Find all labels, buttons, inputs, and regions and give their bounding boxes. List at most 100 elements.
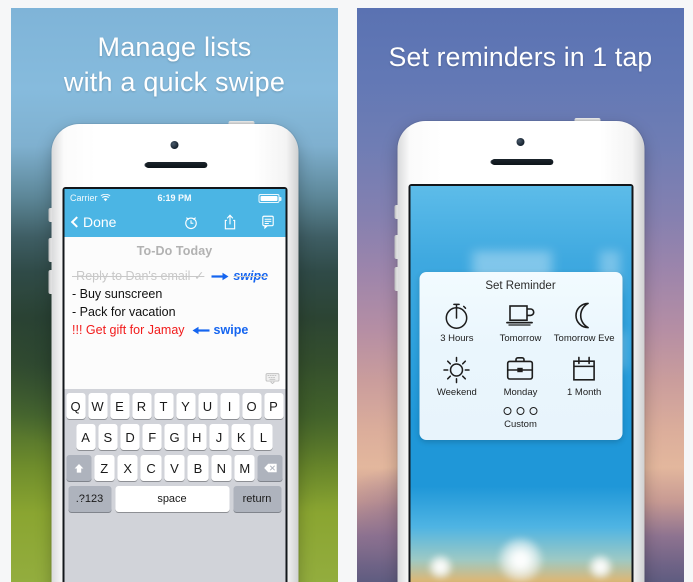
key-i[interactable]: I bbox=[220, 393, 239, 419]
silent-switch[interactable] bbox=[48, 208, 51, 222]
todo-item-text: - Pack for vacation bbox=[72, 305, 176, 319]
sheet-title: Set Reminder bbox=[485, 280, 556, 292]
key-c[interactable]: C bbox=[140, 455, 162, 481]
key-j[interactable]: J bbox=[209, 424, 229, 450]
headline-left-line1: Manage lists bbox=[97, 32, 252, 62]
headline-right-line1: Set reminders in 1 tap bbox=[388, 42, 653, 72]
note-body[interactable]: To-Do Today -Reply to Dan's email ✓ swip… bbox=[64, 237, 285, 389]
panel-set-reminders: Set reminders in 1 tap Set Reminder 3 Ho… bbox=[357, 8, 684, 582]
key-r[interactable]: R bbox=[132, 393, 151, 419]
todo-item[interactable]: - Buy sunscreen bbox=[72, 285, 277, 303]
backspace-icon bbox=[264, 463, 277, 473]
space-key[interactable]: space bbox=[115, 486, 229, 512]
silent-switch[interactable] bbox=[394, 205, 397, 219]
screen-bezel-left: Carrier 6:19 PM Done To-Do Today -Reply … bbox=[62, 187, 287, 582]
key-k[interactable]: K bbox=[231, 424, 251, 450]
crescent-moon-icon bbox=[571, 299, 598, 330]
key-t[interactable]: T bbox=[154, 393, 173, 419]
earpiece-speaker bbox=[145, 162, 208, 168]
coffee-mug-icon bbox=[504, 299, 536, 330]
keyboard-row-2: A S D F G H J K L bbox=[66, 424, 283, 450]
arrow-right-icon bbox=[211, 272, 229, 280]
reminder-option-3-hours[interactable]: 3 Hours bbox=[425, 299, 489, 344]
volume-down-button[interactable] bbox=[394, 267, 397, 291]
done-button-label: Done bbox=[83, 214, 117, 230]
reminder-option-tomorrow-eve[interactable]: Tomorrow Eve bbox=[552, 299, 616, 344]
headline-left: Manage lists with a quick swipe bbox=[11, 30, 338, 99]
todo-item[interactable]: - Pack for vacation bbox=[72, 303, 277, 321]
battery-icon bbox=[258, 193, 281, 203]
status-bar-battery bbox=[258, 193, 281, 203]
key-p[interactable]: P bbox=[264, 393, 283, 419]
key-d[interactable]: D bbox=[120, 424, 140, 450]
reminder-option-label: Tomorrow bbox=[499, 333, 542, 344]
numbers-key[interactable]: .?123 bbox=[68, 486, 111, 512]
key-g[interactable]: G bbox=[164, 424, 185, 450]
reminder-option-weekend[interactable]: Weekend bbox=[425, 353, 489, 398]
sun-icon bbox=[442, 353, 472, 384]
screen-right: Set Reminder 3 Hours Tomorrow Tomorrow E… bbox=[410, 186, 631, 582]
backspace-key[interactable] bbox=[257, 455, 283, 481]
status-bar: Carrier 6:19 PM bbox=[64, 189, 285, 207]
on-screen-keyboard[interactable]: Q W E R T Y U I O P A S D F G H J K L Z … bbox=[64, 389, 285, 582]
key-u[interactable]: U bbox=[198, 393, 217, 419]
keyboard-dismiss-icon[interactable] bbox=[265, 373, 279, 384]
key-a[interactable]: A bbox=[76, 424, 96, 450]
alarm-clock-icon[interactable] bbox=[183, 215, 198, 230]
iphone-device-right: Set Reminder 3 Hours Tomorrow Tomorrow E… bbox=[394, 118, 644, 582]
todo-item[interactable]: !!! Get gift for Jamay swipe bbox=[72, 321, 277, 339]
key-m[interactable]: M bbox=[234, 455, 255, 481]
reminder-option-custom[interactable]: Custom bbox=[425, 407, 616, 430]
shift-icon bbox=[74, 463, 83, 473]
background-glow-left bbox=[427, 554, 454, 580]
note-list-icon[interactable] bbox=[261, 215, 274, 230]
arrow-left-icon bbox=[192, 326, 210, 334]
key-b[interactable]: B bbox=[187, 455, 209, 481]
keyboard-row-1: Q W E R T Y U I O P bbox=[66, 393, 283, 419]
key-v[interactable]: V bbox=[164, 455, 185, 481]
key-z[interactable]: Z bbox=[94, 455, 115, 481]
status-bar-time: 6:19 PM bbox=[157, 193, 192, 203]
reminder-option-monday[interactable]: Monday bbox=[489, 353, 553, 398]
three-dots-icon bbox=[503, 407, 538, 415]
done-back-button[interactable]: Done bbox=[70, 214, 117, 230]
keyboard-row-4: .?123 space return bbox=[66, 486, 283, 512]
shift-key[interactable] bbox=[66, 455, 92, 481]
key-f[interactable]: F bbox=[142, 424, 162, 450]
volume-down-button[interactable] bbox=[48, 270, 51, 294]
key-h[interactable]: H bbox=[187, 424, 207, 450]
reminder-option-label: Monday bbox=[503, 387, 538, 398]
volume-up-button[interactable] bbox=[394, 235, 397, 259]
key-y[interactable]: Y bbox=[176, 393, 195, 419]
app-store-screenshot-pair: Manage lists with a quick swipe Carrier bbox=[0, 0, 693, 582]
reminder-option-label: Weekend bbox=[436, 387, 477, 398]
earpiece-speaker bbox=[491, 159, 554, 165]
key-q[interactable]: Q bbox=[66, 393, 85, 419]
reminder-options-grid: 3 Hours Tomorrow Tomorrow Eve Weekend Mo… bbox=[425, 299, 616, 398]
todo-item-text: -Reply to Dan's email ✓ bbox=[72, 269, 205, 283]
key-n[interactable]: N bbox=[211, 455, 232, 481]
note-title: To-Do Today bbox=[136, 244, 213, 258]
key-w[interactable]: W bbox=[88, 393, 107, 419]
todo-item-text: - Buy sunscreen bbox=[72, 287, 163, 301]
todo-item[interactable]: -Reply to Dan's email ✓ swipe bbox=[72, 267, 277, 285]
key-o[interactable]: O bbox=[242, 393, 261, 419]
share-icon[interactable] bbox=[223, 214, 236, 230]
briefcase-icon bbox=[505, 353, 536, 384]
key-s[interactable]: S bbox=[98, 424, 118, 450]
front-camera-icon bbox=[516, 138, 525, 146]
reminder-option-tomorrow[interactable]: Tomorrow bbox=[489, 299, 553, 344]
key-e[interactable]: E bbox=[110, 393, 129, 419]
navbar-actions bbox=[183, 214, 277, 230]
headline-left-line2: with a quick swipe bbox=[63, 66, 286, 97]
swipe-hint-right: swipe bbox=[211, 267, 268, 285]
key-l[interactable]: L bbox=[253, 424, 273, 450]
key-x[interactable]: X bbox=[117, 455, 138, 481]
reminder-option-1-month[interactable]: 1 Month bbox=[552, 353, 616, 398]
navigation-bar: Done bbox=[64, 207, 285, 237]
stopwatch-icon bbox=[443, 299, 471, 330]
volume-up-button[interactable] bbox=[48, 238, 51, 262]
calendar-icon bbox=[571, 353, 598, 384]
return-key[interactable]: return bbox=[233, 486, 281, 512]
device-sensor-area bbox=[407, 121, 634, 184]
